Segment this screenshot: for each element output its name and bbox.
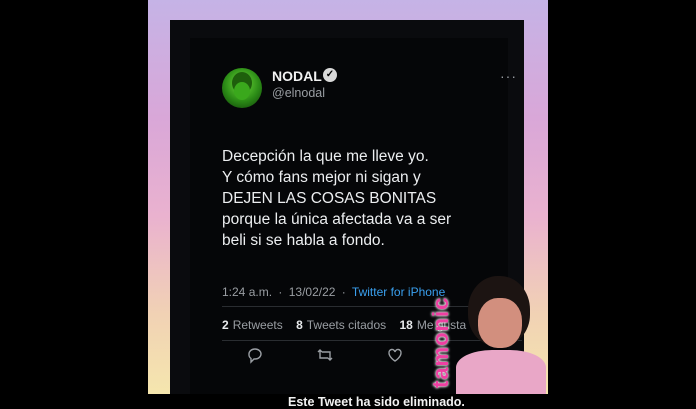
retweets-count: 2 — [222, 318, 229, 332]
tweet-time[interactable]: 1:24 a.m. — [222, 285, 272, 299]
avatar[interactable] — [222, 68, 262, 108]
sticker-word: tamonic — [428, 296, 453, 388]
retweet-icon[interactable] — [316, 346, 334, 364]
tweet-metadata: 1:24 a.m. · 13/02/22 · Twitter for iPhon… — [222, 285, 445, 299]
retweets-label: Retweets — [232, 318, 283, 332]
reply-icon[interactable] — [246, 346, 264, 364]
avatar-figure — [234, 82, 250, 100]
like-icon[interactable] — [386, 346, 404, 364]
likes-count: 18 — [399, 318, 413, 332]
display-name[interactable]: NODAL — [272, 68, 322, 84]
quotes-label: Tweets citados — [306, 318, 387, 332]
deleted-notice: Este Tweet ha sido eliminado. — [288, 395, 465, 409]
user-handle[interactable]: @elnodal — [272, 86, 325, 100]
sticker-face — [478, 298, 522, 348]
verified-badge-icon: ✓ — [323, 68, 337, 82]
more-options-icon[interactable]: ··· — [500, 68, 517, 84]
quotes-stat[interactable]: 8 Tweets citados — [296, 318, 386, 332]
sticker-body — [456, 350, 546, 394]
tweet-text: Decepción la que me lleve yo. Y cómo fan… — [222, 148, 452, 249]
sticker-logo: tamonic — [422, 258, 550, 394]
retweets-stat[interactable]: 2 Retweets — [222, 318, 283, 332]
tweet-date[interactable]: 13/02/22 — [289, 285, 336, 299]
meta-separator: · — [278, 285, 283, 299]
quotes-count: 8 — [296, 318, 303, 332]
tweet-actions — [246, 346, 446, 366]
meta-separator: · — [341, 285, 346, 299]
